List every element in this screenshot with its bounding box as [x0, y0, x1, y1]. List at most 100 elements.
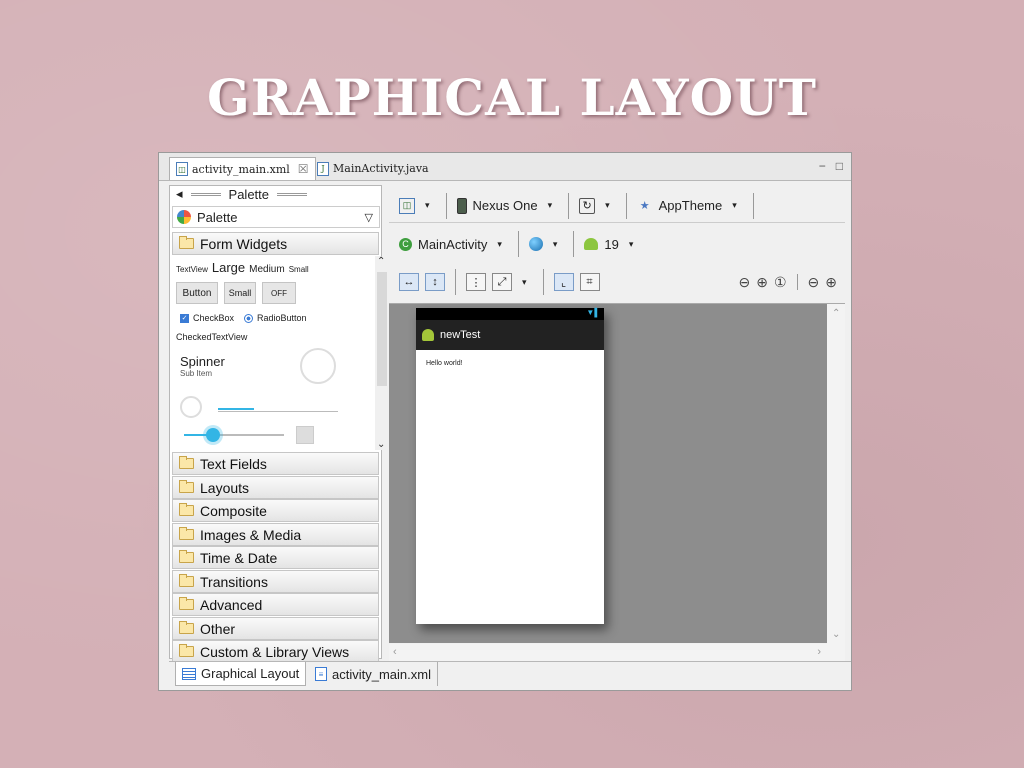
- widget-toggle-button[interactable]: OFF: [262, 282, 296, 304]
- tab-label: activity_main.xml: [332, 666, 431, 682]
- widget-large-text[interactable]: Large: [212, 260, 245, 275]
- scroll-thumb[interactable]: [377, 272, 387, 386]
- java-file-icon: J: [317, 161, 329, 176]
- spinner-label: Spinner: [180, 354, 225, 369]
- divider: [277, 192, 308, 196]
- app-name: newTest: [440, 329, 481, 341]
- zoom-out-icon[interactable]: ⊖: [808, 274, 820, 291]
- tab-activity-main-xml[interactable]: ◫ activity_main.xml ☒: [169, 157, 316, 180]
- form-widgets-preview: TextView Large Medium Small Button Small…: [172, 256, 377, 450]
- horizontal-progress-bar[interactable]: [218, 408, 254, 410]
- scroll-left-icon[interactable]: ‹: [393, 646, 397, 658]
- tab-xml-source[interactable]: ≡ activity_main.xml: [309, 662, 438, 686]
- zoom-fit-icon[interactable]: ⊖: [739, 274, 751, 291]
- category-text-fields[interactable]: Text Fields: [172, 452, 379, 475]
- category-form-widgets[interactable]: Form Widgets: [172, 232, 379, 255]
- api-level-selector[interactable]: 19: [604, 237, 618, 252]
- zoom-controls: ⊖ ⊕ ① ⊖ ⊕: [739, 265, 837, 299]
- canvas-horizontal-scrollbar[interactable]: ‹ ›: [389, 644, 845, 662]
- widget-button[interactable]: Button: [176, 282, 218, 304]
- widget-small-button[interactable]: Small: [224, 282, 256, 304]
- chevron-down-icon[interactable]: ▾: [605, 200, 610, 211]
- chevron-down-icon[interactable]: ▾: [629, 239, 634, 250]
- chevron-down-icon: ▽: [364, 211, 373, 224]
- scroll-down-icon[interactable]: ⌄: [377, 439, 385, 450]
- design-canvas[interactable]: ▼▌ newTest Hello world! ⌃ ⌄ ‹ ›: [389, 303, 845, 662]
- chevron-down-icon[interactable]: ▾: [548, 200, 553, 211]
- zoom-real-icon[interactable]: ⊕: [756, 274, 768, 291]
- graphical-layout-icon: [182, 667, 196, 680]
- back-arrow-icon[interactable]: ◂: [176, 186, 183, 202]
- widget-checkedtextview[interactable]: CheckedTextView: [176, 332, 247, 342]
- palette-panel: ◂ Palette Palette ▽ Form Widgets TextVie…: [169, 185, 389, 663]
- resize-icon[interactable]: ⤢: [492, 273, 512, 291]
- canvas-vertical-scrollbar[interactable]: ⌃ ⌄: [827, 304, 845, 644]
- android-icon: [584, 238, 599, 250]
- palette-selector-label: Palette: [197, 209, 238, 225]
- chevron-down-icon[interactable]: ▾: [732, 200, 737, 211]
- device-status-bar: ▼▌: [416, 308, 604, 320]
- chevron-down-icon[interactable]: ▾: [553, 239, 558, 250]
- category-transitions[interactable]: Transitions: [172, 570, 379, 593]
- scroll-up-icon[interactable]: ⌃: [832, 308, 840, 319]
- scroll-right-icon[interactable]: ›: [817, 646, 821, 658]
- category-images-media[interactable]: Images & Media: [172, 523, 379, 546]
- slide-title: GRAPHICAL LAYOUT: [207, 68, 817, 127]
- hello-textview[interactable]: Hello world!: [416, 350, 604, 367]
- match-width-icon[interactable]: ↔: [399, 273, 419, 291]
- chevron-down-icon[interactable]: ▾: [497, 239, 502, 250]
- phone-icon: [456, 197, 467, 214]
- globe-icon[interactable]: [528, 237, 543, 251]
- zoom-in-icon[interactable]: ⊕: [825, 274, 837, 291]
- palette-header: ◂ Palette: [170, 186, 381, 202]
- chevron-down-icon[interactable]: ▾: [522, 277, 527, 288]
- app-icon: [422, 329, 434, 341]
- layout-tool-icon[interactable]: ⌞: [553, 273, 574, 291]
- category-time-date[interactable]: Time & Date: [172, 546, 379, 569]
- layout-tool-alt-icon[interactable]: ⌗: [579, 273, 600, 291]
- tab-mainactivity-java[interactable]: J MainActivity.java: [311, 157, 435, 180]
- category-composite[interactable]: Composite: [172, 499, 379, 522]
- widget-radiobutton[interactable]: RadioButton: [257, 313, 307, 323]
- large-progress-icon[interactable]: [300, 348, 336, 384]
- editor-mode-tabs: Graphical Layout ≡ activity_main.xml: [169, 661, 851, 687]
- tab-graphical-layout[interactable]: Graphical Layout: [175, 662, 307, 686]
- scroll-up-icon[interactable]: ⌃: [377, 256, 385, 267]
- widget-textview[interactable]: TextView: [176, 265, 208, 274]
- scroll-down-icon[interactable]: ⌄: [832, 629, 840, 640]
- category-layouts[interactable]: Layouts: [172, 476, 379, 499]
- layout-file-icon[interactable]: ◫: [399, 197, 415, 214]
- theme-selector[interactable]: AppTheme: [659, 198, 723, 213]
- rating-widget-icon[interactable]: [296, 426, 314, 444]
- folder-icon: [179, 550, 194, 563]
- chevron-down-icon[interactable]: ▾: [425, 200, 430, 211]
- widget-checkbox[interactable]: CheckBox: [193, 313, 234, 323]
- margins-icon[interactable]: ⋮: [466, 273, 486, 291]
- widget-small-text[interactable]: Small: [289, 265, 309, 274]
- close-icon[interactable]: ☒: [298, 162, 309, 176]
- device-preview[interactable]: ▼▌ newTest Hello world!: [416, 308, 604, 624]
- palette-selector[interactable]: Palette ▽: [172, 206, 380, 228]
- star-icon: ★: [639, 200, 650, 212]
- seekbar-knob[interactable]: [206, 428, 220, 442]
- folder-icon: [179, 597, 194, 610]
- activity-selector[interactable]: MainActivity: [418, 237, 487, 252]
- category-label: Text Fields: [200, 455, 267, 472]
- separator: [568, 192, 570, 219]
- category-other[interactable]: Other: [172, 617, 379, 640]
- widget-spinner[interactable]: Spinner Sub Item: [180, 354, 225, 378]
- small-progress-icon[interactable]: [180, 396, 202, 418]
- match-height-icon[interactable]: ↕: [425, 273, 445, 291]
- device-selector[interactable]: Nexus One: [473, 198, 538, 213]
- orientation-icon[interactable]: ↻: [579, 197, 596, 214]
- tab-label: Graphical Layout: [201, 666, 300, 681]
- category-custom-library-views[interactable]: Custom & Library Views: [172, 640, 379, 663]
- zoom-100-icon[interactable]: ①: [774, 274, 787, 291]
- minimize-icon[interactable]: −: [819, 159, 826, 173]
- maximize-icon[interactable]: □: [836, 159, 843, 173]
- widgets-scrollbar[interactable]: ⌃ ⌄: [375, 256, 389, 450]
- check-widgets: ✓ CheckBox RadioButton: [180, 313, 307, 323]
- widget-medium-text[interactable]: Medium: [249, 264, 285, 275]
- folder-icon: [179, 574, 194, 587]
- category-advanced[interactable]: Advanced: [172, 593, 379, 616]
